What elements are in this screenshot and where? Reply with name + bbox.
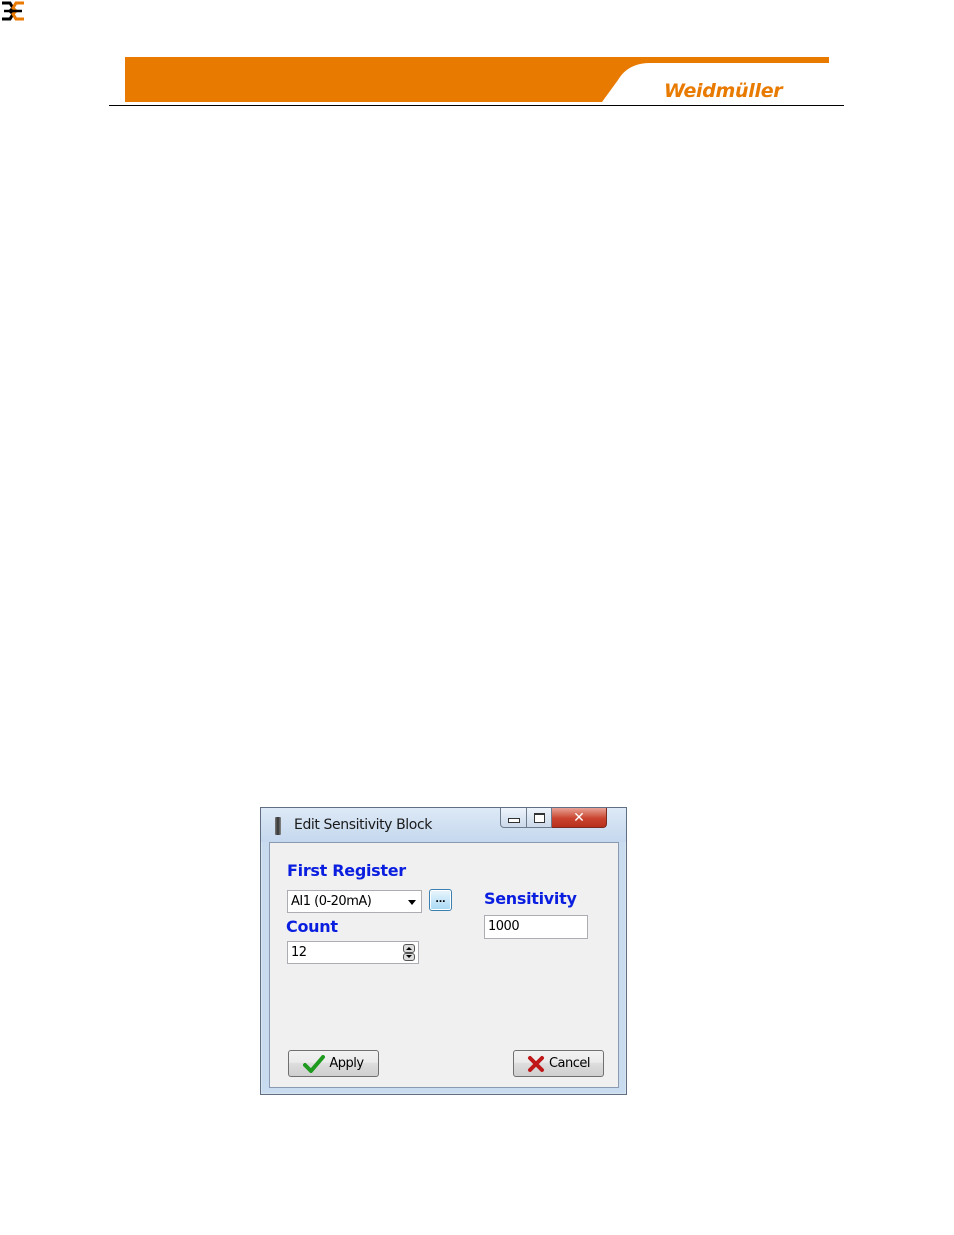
first-register-value: AI1 (0-20mA) xyxy=(291,894,372,909)
first-register-label: First Register xyxy=(287,861,406,880)
cancel-label: Cancel xyxy=(548,1056,591,1071)
cancel-x-icon xyxy=(527,1055,544,1072)
spin-down-button[interactable] xyxy=(403,952,415,961)
edit-sensitivity-dialog: Edit Sensitivity Block ✕ First Register … xyxy=(260,807,627,1095)
header-rule xyxy=(109,105,844,106)
sensitivity-label: Sensitivity xyxy=(484,889,577,908)
maximize-button[interactable] xyxy=(527,808,552,828)
title-bar[interactable]: Edit Sensitivity Block ✕ xyxy=(261,808,626,842)
sensitivity-value: 1000 xyxy=(488,919,520,934)
weidmuller-logo-icon xyxy=(2,1,24,21)
header-banner xyxy=(109,57,844,106)
arrow-down-icon xyxy=(406,955,412,959)
minimize-button[interactable] xyxy=(500,808,527,828)
close-icon: ✕ xyxy=(573,809,585,826)
window-controls: ✕ xyxy=(500,808,607,829)
maximize-icon xyxy=(533,812,545,823)
cancel-button[interactable]: Cancel xyxy=(513,1050,604,1077)
brand-name: Weidmüller xyxy=(664,80,783,102)
count-label: Count xyxy=(286,917,338,936)
minimize-icon xyxy=(507,818,520,823)
app-icon xyxy=(275,817,281,835)
browse-register-button[interactable]: ... xyxy=(429,889,452,911)
chevron-down-icon xyxy=(408,900,416,905)
apply-label: Apply xyxy=(329,1056,364,1071)
document-header: Weidmüller xyxy=(0,0,954,120)
count-value: 12 xyxy=(291,945,307,960)
spinner-buttons[interactable] xyxy=(403,944,415,961)
spin-up-button[interactable] xyxy=(403,944,415,953)
arrow-up-icon xyxy=(406,946,412,950)
first-register-dropdown[interactable]: AI1 (0-20mA) xyxy=(287,890,422,913)
count-spinner[interactable]: 12 xyxy=(287,941,419,964)
browse-button-label: ... xyxy=(435,891,446,905)
dialog-body: First Register AI1 (0-20mA) ... Count 12… xyxy=(269,842,619,1088)
close-button[interactable]: ✕ xyxy=(552,808,607,828)
sensitivity-input[interactable]: 1000 xyxy=(484,915,588,939)
apply-button[interactable]: Apply xyxy=(288,1050,379,1077)
checkmark-icon xyxy=(303,1054,326,1073)
dialog-title: Edit Sensitivity Block xyxy=(294,817,432,833)
